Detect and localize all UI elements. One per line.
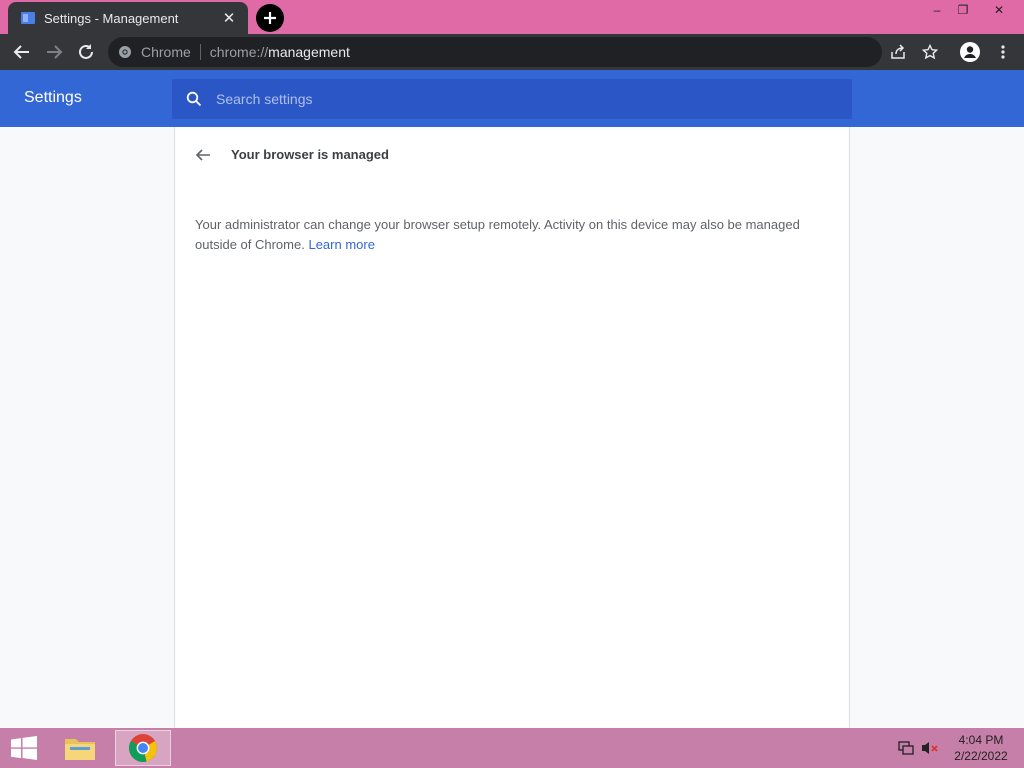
chrome-taskbar-button[interactable] [115,730,171,766]
browser-toolbar: Chrome chrome://management [0,34,1024,70]
learn-more-link[interactable]: Learn more [308,237,374,252]
settings-title: Settings [24,89,82,106]
share-icon [891,44,905,59]
back-button[interactable] [8,38,36,66]
management-card: Your browser is managed Your administrat… [174,127,850,728]
network-icon[interactable] [897,739,915,757]
kebab-menu-icon [1001,45,1005,59]
tab-settings-management[interactable]: Settings - Management ✕ [8,2,248,34]
site-chip[interactable]: Chrome [118,44,191,60]
tab-strip: Settings - Management ✕ – ❐ ✕ [0,0,1024,34]
chrome-logo-icon [129,734,157,762]
new-tab-button[interactable] [256,4,284,32]
url-text[interactable]: chrome://management [210,44,350,60]
reload-icon [79,44,93,59]
bookmark-button[interactable] [916,38,944,66]
windows-taskbar: 4:04 PM 2/22/2022 [0,728,1024,768]
restore-button[interactable]: ❐ [950,0,976,20]
omnibox-divider [199,44,201,60]
folder-icon [65,739,95,760]
start-button[interactable] [4,732,44,764]
volume-muted-icon[interactable] [921,739,939,757]
file-explorer-button[interactable] [52,730,108,766]
chrome-icon [119,46,131,58]
description-text: Your administrator can change your brows… [195,217,800,252]
arrow-right-icon [47,45,63,59]
management-description: Your administrator can change your brows… [195,215,835,255]
profile-button[interactable] [956,38,984,66]
star-icon [922,44,938,60]
clock-time: 4:04 PM [958,733,1004,747]
system-clock[interactable]: 4:04 PM 2/22/2022 [948,732,1014,764]
avatar-icon [960,42,980,62]
close-window-button[interactable]: ✕ [976,0,1022,20]
url-host: management [268,44,350,60]
menu-button[interactable] [989,38,1017,66]
settings-header: Settings [0,70,1024,127]
tab-close-icon[interactable]: ✕ [220,9,238,27]
url-scheme: chrome:// [209,44,269,60]
minimize-button[interactable]: – [924,0,950,20]
site-label: Chrome [141,44,191,60]
windows-logo-icon [11,736,37,760]
search-settings-box[interactable] [172,79,852,119]
tab-title: Settings - Management [44,10,179,26]
forward-button[interactable] [40,38,68,66]
search-input[interactable] [216,91,816,107]
settings-favicon-icon [20,10,36,26]
reload-button[interactable] [72,38,100,66]
address-bar[interactable]: Chrome chrome://management [108,37,882,67]
search-icon [186,91,202,107]
back-arrow-button[interactable] [191,143,215,167]
arrow-back-icon [195,149,210,161]
clock-date: 2/22/2022 [954,749,1008,763]
arrow-left-icon [13,45,29,59]
page-title: Your browser is managed [231,147,389,162]
plus-icon [264,12,276,24]
share-button[interactable] [884,38,912,66]
